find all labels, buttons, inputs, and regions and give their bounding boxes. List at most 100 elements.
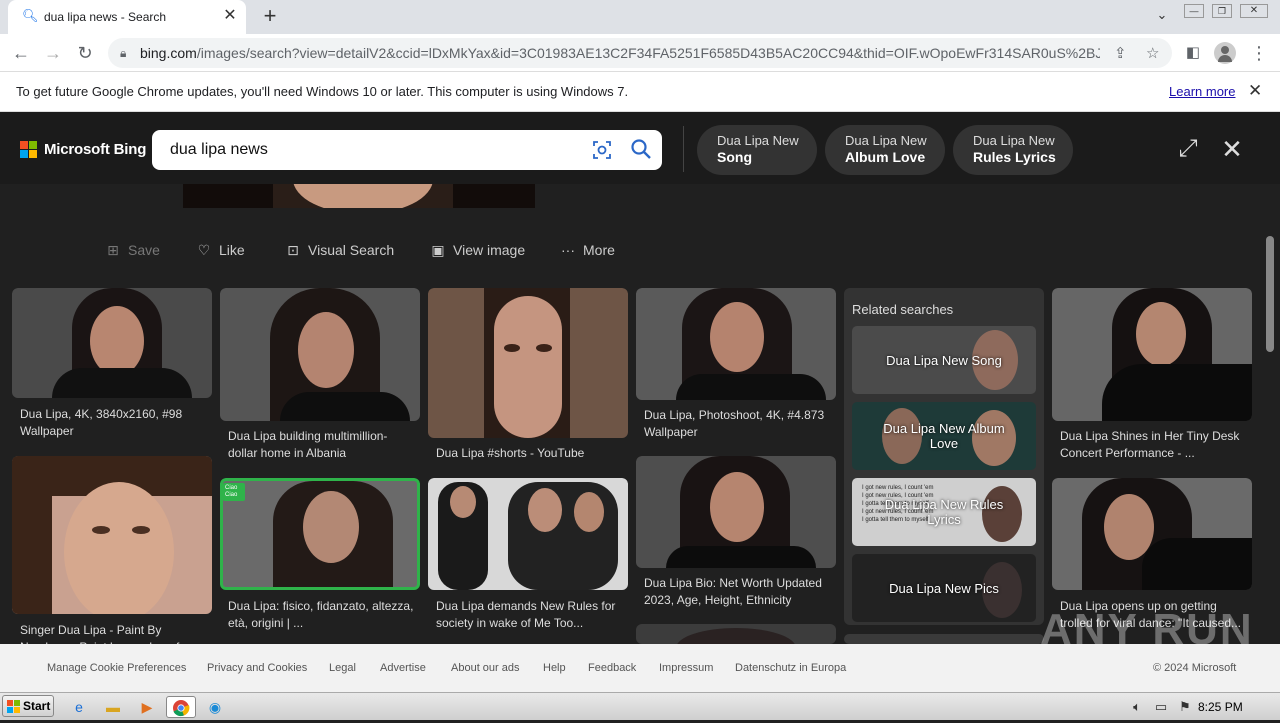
tab-close-icon[interactable]: ✕	[222, 8, 238, 24]
lock-icon[interactable]: 🔒︎	[120, 46, 126, 61]
result-card[interactable]: Singer Dua Lipa - Paint By Numbers - Pai…	[12, 456, 212, 644]
result-card[interactable]: Dua Lipa #shorts - YouTube	[428, 288, 628, 468]
forward-arrow-icon[interactable]: →	[42, 42, 64, 64]
ellipsis-icon: ···	[561, 242, 575, 258]
suggestion-pill-song[interactable]: Dua Lipa New Song	[697, 125, 817, 175]
internet-explorer-icon[interactable]: e	[68, 696, 90, 718]
side-panel-icon[interactable]: ◧	[1182, 42, 1204, 64]
edge-icon[interactable]: ◉	[204, 696, 226, 718]
related-label: Dua Lipa New Song	[886, 352, 1002, 368]
footer-link-feedback[interactable]: Feedback	[588, 662, 636, 674]
volume-icon[interactable]: 🔈︎	[1126, 696, 1148, 718]
suggestion-pill-album-love[interactable]: Dua Lipa New Album Love	[825, 125, 945, 175]
search-input[interactable]	[170, 139, 570, 161]
result-thumbnail[interactable]	[1052, 478, 1252, 590]
result-thumbnail[interactable]	[636, 288, 836, 400]
result-card-partial[interactable]	[636, 624, 836, 644]
action-center-flag-icon[interactable]: ⚑	[1174, 696, 1196, 718]
new-tab-button[interactable]: +	[258, 5, 282, 29]
url-text: bing.com/images/search?view=detailV2&cci…	[140, 45, 1100, 61]
result-thumbnail[interactable]: Ciao Ciao	[220, 478, 420, 590]
result-thumbnail[interactable]	[636, 456, 836, 568]
result-caption: Dua Lipa demands New Rules for society i…	[436, 599, 616, 630]
footer-link-datenschutz[interactable]: Datenschutz in Europa	[735, 662, 846, 674]
result-card[interactable]: Dua Lipa Bio: Net Worth Updated 2023, Ag…	[636, 456, 836, 616]
search-icon[interactable]	[630, 138, 652, 160]
ms-logo-red-icon	[20, 141, 28, 149]
suggestion-pill-rules-lyrics[interactable]: Dua Lipa New Rules Lyrics	[953, 125, 1073, 175]
close-detail-icon[interactable]: ✕	[1219, 136, 1245, 162]
learn-more-link[interactable]: Learn more	[1169, 84, 1235, 99]
minimize-button[interactable]: —	[1184, 4, 1204, 18]
result-thumbnail[interactable]	[12, 288, 212, 398]
visual-search-camera-icon[interactable]	[592, 140, 612, 160]
result-caption: Dua Lipa, Photoshoot, 4K, #4.873 Wallpap…	[644, 408, 825, 439]
footer-link-about-ads[interactable]: About our ads	[451, 662, 520, 674]
bookmark-star-icon[interactable]: ☆	[1146, 44, 1159, 62]
result-thumbnail[interactable]	[1052, 288, 1252, 421]
result-caption: Singer Dua Lipa - Paint By Numbers - Pai…	[20, 623, 190, 644]
start-button[interactable]: Start	[2, 695, 54, 717]
footer-link-privacy[interactable]: Privacy and Cookies	[207, 662, 307, 674]
related-label: Dua Lipa New Pics	[889, 580, 999, 596]
visual-search-button[interactable]: ⊡ Visual Search	[284, 242, 394, 260]
related-item-new-pics[interactable]: Dua Lipa New Pics	[852, 554, 1036, 622]
address-bar[interactable]: 🔒︎ bing.com/images/search?view=detailV2&…	[108, 38, 1172, 68]
footer-link-help[interactable]: Help	[543, 662, 566, 674]
browser-tab[interactable]: 🔍︎ dua lipa news - Search ✕	[8, 0, 246, 34]
result-caption: Dua Lipa: fisico, fidanzato, altezza, et…	[228, 599, 414, 630]
tab-search-chevron-icon[interactable]: ⌄	[1150, 7, 1174, 25]
result-card[interactable]: Ciao Ciao Dua Lipa: fisico, fidanzato, a…	[220, 478, 420, 644]
view-image-icon: ▣	[431, 242, 445, 258]
result-card-partial[interactable]	[844, 634, 1044, 644]
result-card[interactable]: Dua Lipa, Photoshoot, 4K, #4.873 Wallpap…	[636, 288, 836, 448]
file-explorer-icon[interactable]: ▬	[102, 696, 124, 718]
result-card[interactable]: Dua Lipa Shines in Her Tiny Desk Concert…	[1052, 288, 1252, 468]
like-button[interactable]: ♡ Like	[195, 242, 245, 260]
system-clock[interactable]: 8:25 PM	[1198, 700, 1243, 714]
network-icon[interactable]: ▭	[1150, 696, 1172, 718]
result-card[interactable]: Dua Lipa demands New Rules for society i…	[428, 478, 628, 644]
result-card[interactable]: Dua Lipa building multimillion-dollar ho…	[220, 288, 420, 468]
page-scrollbar[interactable]	[1266, 236, 1274, 352]
profile-avatar-icon[interactable]	[1214, 42, 1236, 64]
infobar-close-icon[interactable]: ✕	[1248, 81, 1262, 101]
more-button[interactable]: ··· More	[559, 242, 615, 260]
related-item-new-album-love[interactable]: Dua Lipa New Album Love	[852, 402, 1036, 470]
media-player-icon[interactable]: ▶	[136, 696, 158, 718]
footer-link-cookie-preferences[interactable]: Manage Cookie Preferences	[47, 662, 186, 674]
expand-icon[interactable]: ⤢	[1175, 136, 1201, 162]
ms-logo-yellow-icon	[29, 150, 37, 158]
footer-link-impressum[interactable]: Impressum	[659, 662, 713, 674]
reload-icon[interactable]: ↻	[74, 42, 96, 64]
result-thumbnail[interactable]	[12, 456, 212, 614]
related-item-new-song[interactable]: Dua Lipa New Song	[852, 326, 1036, 394]
view-image-button[interactable]: ▣ View image	[429, 242, 525, 260]
back-arrow-icon[interactable]: ←	[10, 42, 32, 64]
result-card[interactable]: Dua Lipa, 4K, 3840x2160, #98 Wallpaper	[12, 288, 212, 448]
chrome-taskbar-icon[interactable]	[166, 696, 196, 718]
search-box[interactable]	[152, 130, 662, 170]
footer-link-legal[interactable]: Legal	[329, 662, 356, 674]
visual-search-label: Visual Search	[308, 242, 395, 258]
related-item-new-rules-lyrics[interactable]: I got new rules, I count 'em I got new r…	[852, 478, 1036, 546]
pill-line1: Dua Lipa New	[717, 133, 799, 148]
close-window-button[interactable]: ✕	[1240, 4, 1268, 18]
main-image-preview[interactable]	[183, 184, 535, 208]
ciao-badge: Ciao Ciao	[223, 483, 245, 501]
start-label: Start	[23, 699, 51, 713]
result-thumbnail[interactable]	[428, 478, 628, 590]
anyrun-watermark: ANY RUN	[1040, 605, 1254, 654]
result-thumbnail[interactable]	[428, 288, 628, 438]
related-title: Related searches	[852, 302, 954, 317]
ms-logo-green-icon	[29, 141, 37, 149]
save-button[interactable]: ⊞ Save	[104, 242, 160, 260]
infobar-message: To get future Google Chrome updates, you…	[16, 84, 629, 99]
footer-link-advertise[interactable]: Advertise	[380, 662, 426, 674]
share-icon[interactable]: ⇪	[1114, 44, 1127, 62]
menu-kebab-icon[interactable]: ⋮	[1248, 42, 1270, 64]
update-infobar: To get future Google Chrome updates, you…	[0, 72, 1280, 112]
pill-line2: Rules Lyrics	[973, 149, 1056, 165]
result-thumbnail[interactable]	[220, 288, 420, 421]
restore-button[interactable]: ❐	[1212, 4, 1232, 18]
